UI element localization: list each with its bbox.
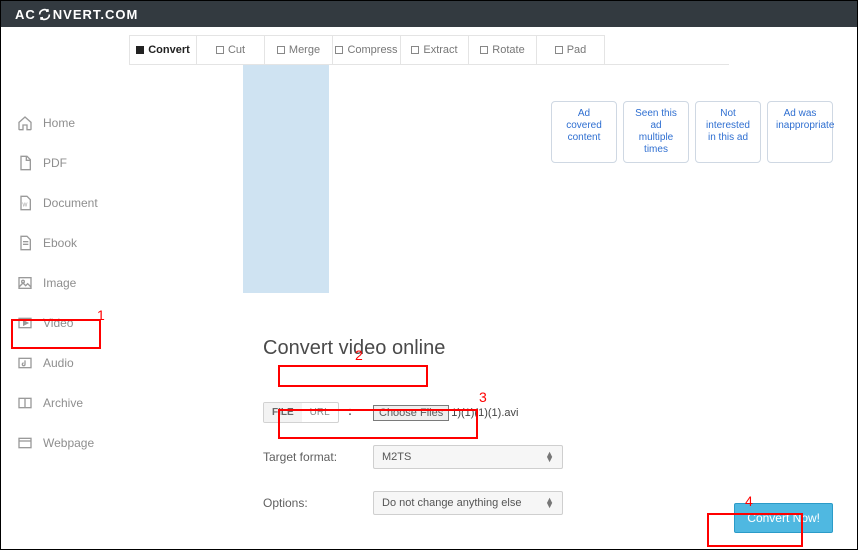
source-row: FILE URL : Choose Files 1)(1)(1)(1).avi bbox=[263, 402, 843, 423]
sidebar-item-webpage[interactable]: Webpage bbox=[1, 423, 113, 463]
square-icon bbox=[335, 46, 343, 54]
sidebar-item-label: Webpage bbox=[43, 436, 94, 450]
document-icon: W bbox=[17, 195, 33, 211]
pdf-icon bbox=[17, 155, 33, 171]
ebook-icon bbox=[17, 235, 33, 251]
options-label: Options: bbox=[263, 496, 373, 510]
webpage-icon bbox=[17, 435, 33, 451]
square-icon bbox=[216, 46, 224, 54]
source-tab-url[interactable]: URL bbox=[302, 403, 338, 422]
tab-compress[interactable]: Compress bbox=[333, 35, 401, 64]
target-format-value: M2TS bbox=[382, 451, 411, 463]
target-row: Target format: M2TS ▲▼ bbox=[263, 445, 843, 469]
square-icon bbox=[480, 46, 488, 54]
audio-icon bbox=[17, 355, 33, 371]
sidebar-item-video[interactable]: Video bbox=[1, 303, 113, 343]
sidebar-item-label: Video bbox=[43, 316, 73, 330]
sidebar-item-ebook[interactable]: Ebook bbox=[1, 223, 113, 263]
chosen-filename: 1)(1)(1)(1).avi bbox=[451, 407, 518, 419]
image-icon bbox=[17, 275, 33, 291]
square-icon bbox=[555, 46, 563, 54]
tab-rotate[interactable]: Rotate bbox=[469, 35, 537, 64]
square-icon bbox=[277, 46, 285, 54]
ad-placeholder bbox=[243, 65, 329, 293]
tab-convert[interactable]: Convert bbox=[129, 35, 197, 64]
brand-prefix: AC bbox=[15, 7, 36, 22]
select-arrows-icon: ▲▼ bbox=[545, 498, 554, 509]
colon: : bbox=[348, 404, 352, 418]
source-tab-file[interactable]: FILE bbox=[264, 403, 302, 422]
ad-feedback-inappropriate[interactable]: Ad was inappropriate bbox=[767, 101, 833, 163]
refresh-icon bbox=[38, 8, 51, 21]
topbar: AC NVERT.COM bbox=[1, 1, 857, 27]
ad-feedback-buttons: Ad covered content Seen this ad multiple… bbox=[551, 101, 833, 163]
svg-text:W: W bbox=[22, 202, 28, 208]
square-icon bbox=[136, 46, 144, 54]
video-icon bbox=[17, 315, 33, 331]
convert-now-button[interactable]: Convert Now! bbox=[734, 503, 833, 533]
tab-pad[interactable]: Pad bbox=[537, 35, 605, 64]
sidebar-item-audio[interactable]: Audio bbox=[1, 343, 113, 383]
target-format-select[interactable]: M2TS ▲▼ bbox=[373, 445, 563, 469]
main-area: Convert Cut Merge Compress Extract Rotat… bbox=[113, 27, 857, 549]
sidebar-item-document[interactable]: W Document bbox=[1, 183, 113, 223]
tab-merge[interactable]: Merge bbox=[265, 35, 333, 64]
brand-logo: AC NVERT.COM bbox=[15, 7, 138, 22]
sidebar-item-pdf[interactable]: PDF bbox=[1, 143, 113, 183]
sidebar-item-archive[interactable]: Archive bbox=[1, 383, 113, 423]
options-select[interactable]: Do not change anything else ▲▼ bbox=[373, 491, 563, 515]
select-arrows-icon: ▲▼ bbox=[545, 452, 554, 463]
ad-feedback-seen[interactable]: Seen this ad multiple times bbox=[623, 101, 689, 163]
sidebar-item-label: Archive bbox=[43, 396, 83, 410]
tab-extract[interactable]: Extract bbox=[401, 35, 469, 64]
home-icon bbox=[17, 115, 33, 131]
file-chooser: Choose Files 1)(1)(1)(1).avi bbox=[373, 405, 518, 421]
sidebar-item-label: Home bbox=[43, 116, 75, 130]
archive-icon bbox=[17, 395, 33, 411]
sidebar-item-image[interactable]: Image bbox=[1, 263, 113, 303]
sidebar-item-label: Ebook bbox=[43, 236, 77, 250]
ad-region: Ad covered content Seen this ad multiple… bbox=[243, 65, 833, 293]
sidebar: Home PDF W Document Ebook Image Video bbox=[1, 27, 113, 549]
page-title: Convert video online bbox=[263, 337, 843, 360]
ad-feedback-notinterested[interactable]: Not interested in this ad bbox=[695, 101, 761, 163]
sidebar-item-label: Document bbox=[43, 196, 98, 210]
tab-bar: Convert Cut Merge Compress Extract Rotat… bbox=[129, 35, 729, 65]
source-mode-tabs: FILE URL bbox=[263, 402, 339, 423]
sidebar-item-home[interactable]: Home bbox=[1, 103, 113, 143]
sidebar-item-label: PDF bbox=[43, 156, 67, 170]
square-icon bbox=[411, 46, 419, 54]
brand-suffix: NVERT.COM bbox=[53, 7, 139, 22]
target-format-label: Target format: bbox=[263, 450, 373, 464]
choose-files-button[interactable]: Choose Files bbox=[373, 405, 449, 421]
sidebar-item-label: Image bbox=[43, 276, 76, 290]
source-tabs-wrap: FILE URL : bbox=[263, 402, 373, 423]
tab-cut[interactable]: Cut bbox=[197, 35, 265, 64]
options-value: Do not change anything else bbox=[382, 497, 521, 509]
ad-feedback-covered[interactable]: Ad covered content bbox=[551, 101, 617, 163]
sidebar-item-label: Audio bbox=[43, 356, 74, 370]
